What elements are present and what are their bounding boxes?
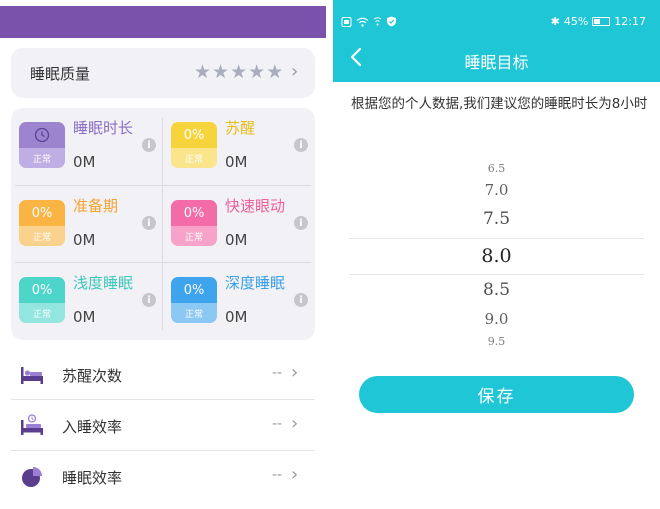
chevron-right-icon: › [291, 413, 299, 434]
metric-title: 浅度睡眠 [73, 274, 134, 292]
sleep-quality-row[interactable]: 睡眠质量 ★ ★ ★ ★ ★ › [11, 48, 315, 98]
metric-badge-status: 正常 [171, 226, 217, 246]
signal-icon [373, 16, 382, 25]
page-title: 睡眠目标 [464, 53, 529, 72]
list-row-sleep-onset-efficiency[interactable]: 入睡效率 -- › [11, 401, 315, 451]
bluetooth-icon: ✱ [550, 15, 560, 28]
metric-badge-percent: 0% [171, 122, 217, 148]
metric-title: 深度睡眠 [225, 274, 286, 292]
save-button[interactable]: 保存 [359, 376, 634, 413]
metric-value: 0M [73, 153, 96, 171]
metric-badge-percent: 0% [19, 200, 65, 226]
status-bar: ✱ 45% 12:17 [333, 14, 660, 32]
chevron-right-icon: › [291, 362, 299, 383]
metric-badge-top [19, 122, 65, 148]
metric-value: 0M [225, 308, 248, 326]
sleep-metrics-grid: 正常 睡眠时长 0M i 0% 正常 苏醒 0M i 0% 正常 准备期 0M … [11, 108, 315, 340]
metric-badge-status: 正常 [171, 303, 217, 323]
metric-title: 睡眠时长 [73, 119, 134, 137]
status-left-icons [341, 16, 397, 27]
picker-option[interactable]: 9.5 [349, 335, 644, 348]
metric-badge: 0% 正常 [171, 200, 217, 246]
star-icon: ★ [194, 61, 212, 83]
sleep-report-panel: 睡眠质量 ★ ★ ★ ★ ★ › 正常 睡眠时长 0M i 0% 正常 苏醒 0… [0, 0, 326, 509]
metric-badge: 0% 正常 [171, 277, 217, 323]
battery-fill [594, 19, 601, 24]
sleep-goal-header: ✱ 45% 12:17 睡眠目标 [333, 0, 660, 82]
metric-title: 准备期 [73, 197, 119, 215]
bed-clock-icon [21, 414, 43, 435]
star-icon: ★ [230, 61, 248, 83]
sim-icon [341, 16, 352, 27]
metric-awake[interactable]: 0% 正常 苏醒 0M i [163, 108, 313, 185]
list-row-label: 苏醒次数 [62, 367, 123, 385]
metric-badge-percent: 0% [171, 277, 217, 303]
picker-selection-line-bottom [349, 274, 644, 275]
picker-option[interactable]: 9.0 [349, 311, 644, 328]
picker-selection-line-top [349, 238, 644, 239]
info-icon[interactable]: i [142, 293, 156, 307]
list-row-sleep-efficiency[interactable]: 睡眠效率 -- › [11, 452, 315, 502]
info-icon[interactable]: i [294, 293, 308, 307]
picker-option[interactable]: 7.0 [349, 182, 644, 199]
pie-chart-icon [22, 467, 42, 487]
status-right-icons: ✱ 45% 12:17 [551, 15, 646, 28]
star-rating: ★ ★ ★ ★ ★ [194, 61, 283, 83]
metric-badge-status: 正常 [171, 148, 217, 168]
metric-value: 0M [73, 231, 96, 249]
sleep-duration-picker[interactable]: 6.5 7.0 7.5 8.0 8.5 9.0 9.5 [349, 160, 644, 350]
metric-badge-percent: 0% [19, 277, 65, 303]
metric-badge-status: 正常 [19, 226, 65, 246]
list-row-label: 睡眠效率 [62, 469, 123, 487]
picker-option[interactable]: 7.5 [349, 210, 644, 229]
app-header-bar [0, 6, 326, 38]
list-row-value: -- [272, 365, 283, 381]
info-icon[interactable]: i [294, 138, 308, 152]
metric-value: 0M [73, 308, 96, 326]
battery-percent: 45% [563, 15, 589, 28]
metric-badge: 0% 正常 [171, 122, 217, 168]
star-icon: ★ [212, 61, 230, 83]
metric-deep-sleep[interactable]: 0% 正常 深度睡眠 0M i [163, 263, 313, 340]
bed-icon [21, 367, 43, 384]
moon-clock-icon [34, 127, 50, 143]
picker-option[interactable]: 8.5 [349, 281, 644, 300]
metric-sleep-duration[interactable]: 正常 睡眠时长 0M i [11, 108, 161, 185]
metric-rem[interactable]: 0% 正常 快速眼动 0M i [163, 186, 313, 263]
sleep-goal-panel: ✱ 45% 12:17 睡眠目标 根据您的个人数据,我们建议您的睡眠时长为8小时… [333, 0, 660, 509]
screenshot-root: 睡眠质量 ★ ★ ★ ★ ★ › 正常 睡眠时长 0M i 0% 正常 苏醒 0… [0, 0, 660, 509]
chevron-right-icon: › [291, 464, 299, 485]
star-icon: ★ [266, 61, 284, 83]
list-row-label: 入睡效率 [62, 418, 123, 436]
info-icon[interactable]: i [142, 138, 156, 152]
metric-badge: 0% 正常 [19, 200, 65, 246]
picker-option[interactable]: 6.5 [349, 162, 644, 175]
wifi-icon [356, 17, 369, 27]
metric-badge: 正常 [19, 122, 65, 168]
list-row-wake-count[interactable]: 苏醒次数 -- › [11, 350, 315, 400]
metric-badge: 0% 正常 [19, 277, 65, 323]
metric-value: 0M [225, 153, 248, 171]
metric-preparation[interactable]: 0% 正常 准备期 0M i [11, 186, 161, 263]
metric-title: 苏醒 [225, 119, 256, 137]
list-row-value: -- [272, 467, 283, 483]
shield-icon [387, 16, 396, 27]
status-time: 12:17 [614, 15, 646, 28]
metric-title: 快速眼动 [225, 197, 286, 215]
battery-icon [592, 17, 611, 26]
sleep-quality-label: 睡眠质量 [30, 65, 91, 83]
metric-light-sleep[interactable]: 0% 正常 浅度睡眠 0M i [11, 263, 161, 340]
info-icon[interactable]: i [294, 216, 308, 230]
list-row-value: -- [272, 416, 283, 432]
metric-value: 0M [225, 231, 248, 249]
recommendation-text: 根据您的个人数据,我们建议您的睡眠时长为8小时 [351, 96, 648, 112]
info-icon[interactable]: i [142, 216, 156, 230]
metric-badge-status: 正常 [19, 148, 65, 168]
picker-option-selected[interactable]: 8.0 [349, 246, 644, 267]
metric-badge-status: 正常 [19, 303, 65, 323]
chevron-right-icon: › [291, 61, 299, 82]
metric-badge-percent: 0% [171, 200, 217, 226]
star-icon: ★ [248, 61, 266, 83]
